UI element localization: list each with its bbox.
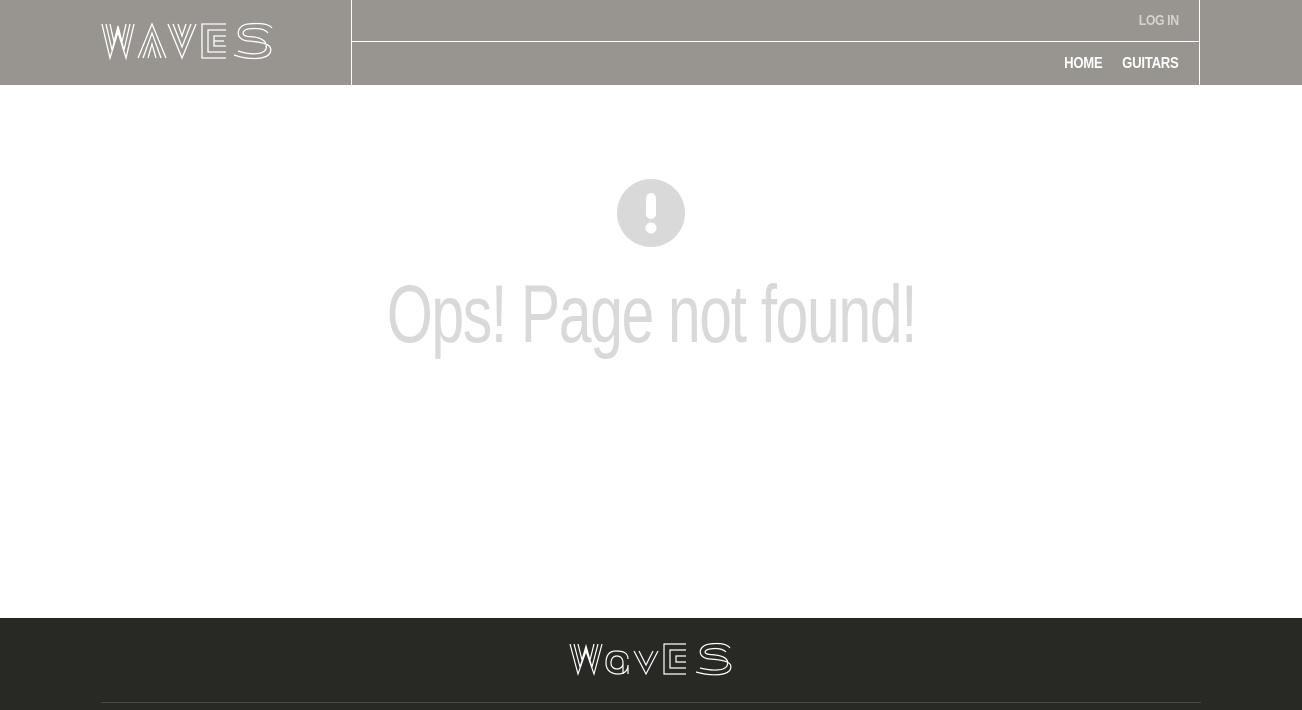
main-nav: HOME GUITARS	[1045, 55, 1180, 73]
error-message: Ops! Page not found!	[386, 269, 917, 360]
nav-home-link[interactable]: HOME	[1065, 55, 1104, 73]
footer-divider	[101, 702, 1201, 703]
error-title: Ops! Page not found!	[0, 270, 1302, 360]
exclamation-circle-icon	[617, 179, 685, 247]
login-link[interactable]: LOG IN	[1139, 12, 1179, 29]
main-content: Ops! Page not found!	[0, 85, 1302, 618]
site-header: LOG IN HOME GUITARS	[0, 0, 1302, 85]
header-bottom-bar: HOME GUITARS	[352, 42, 1199, 85]
footer-waves-logo[interactable]	[568, 641, 734, 677]
footer-logo-graphic	[569, 642, 732, 677]
logo-graphic	[101, 22, 273, 61]
waves-logo[interactable]	[100, 20, 276, 62]
header-top-bar: LOG IN	[352, 0, 1199, 42]
nav-guitars-link[interactable]: GUITARS	[1123, 55, 1180, 73]
header-nav-area: LOG IN HOME GUITARS	[351, 0, 1200, 85]
site-footer	[0, 618, 1302, 710]
